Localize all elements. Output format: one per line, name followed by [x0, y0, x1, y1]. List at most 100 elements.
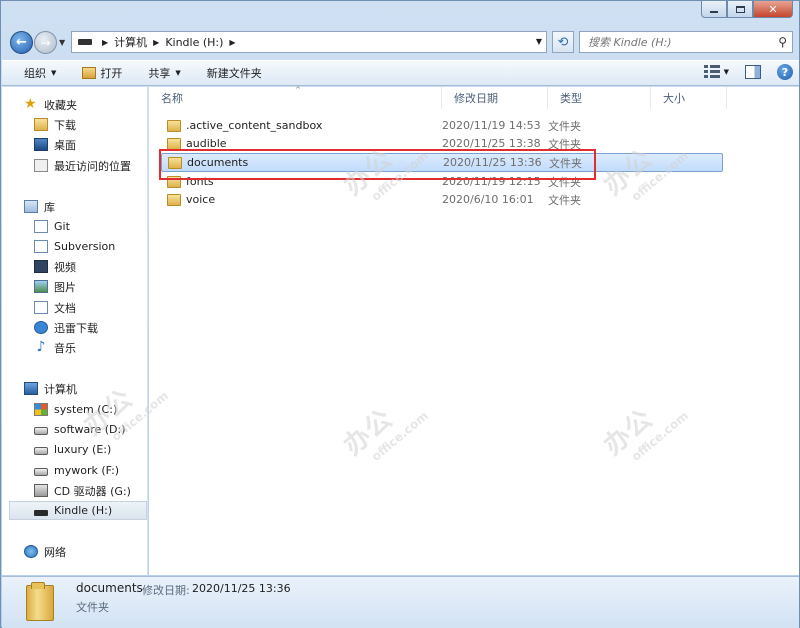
sidebar-item-git[interactable]: Git	[2, 217, 148, 236]
file-row[interactable]: .active_content_sandbox 2020/11/19 14:53…	[161, 116, 723, 135]
sidebar-item-music[interactable]: ♪ 音乐	[2, 338, 148, 357]
sidebar-item-drive-e[interactable]: luxury (E:)	[2, 440, 148, 459]
refresh-icon: ⟲	[557, 34, 569, 50]
sidebar-item-label: Subversion	[54, 240, 116, 253]
sidebar-item-subversion[interactable]: Subversion	[2, 237, 148, 256]
new-folder-label: 新建文件夹	[206, 67, 262, 80]
sidebar-item-label: 文档	[54, 301, 76, 315]
navigation-pane: ★ 收藏夹 下载 桌面 最近访问的位置 库 Git Subversion 视频 …	[2, 87, 148, 575]
sidebar-item-favorites[interactable]: ★ 收藏夹	[2, 95, 148, 114]
star-icon: ★	[24, 96, 37, 112]
sidebar-item-label: 图片	[54, 280, 76, 294]
folder-large-icon	[26, 582, 54, 621]
cd-drive-icon	[34, 484, 48, 497]
breadcrumb-computer[interactable]: 计算机	[114, 34, 147, 50]
back-button[interactable]: ←	[10, 31, 33, 54]
removable-drive-icon	[34, 509, 48, 516]
minimize-button[interactable]	[701, 1, 727, 18]
back-arrow-icon: ←	[16, 35, 27, 50]
sidebar-item-drive-g[interactable]: CD 驱动器 (G:)	[2, 481, 148, 500]
minimize-icon	[710, 10, 718, 13]
video-icon	[34, 260, 48, 273]
folder-icon	[167, 137, 181, 150]
file-row[interactable]: voice 2020/6/10 16:01 文件夹	[161, 190, 723, 209]
view-options-button[interactable]: ▼	[724, 68, 729, 76]
preview-pane-icon[interactable]	[745, 65, 761, 79]
dropdown-arrow-icon: ▼	[175, 69, 181, 77]
file-name: .active_content_sandbox	[186, 119, 323, 132]
music-icon: ♪	[36, 339, 46, 355]
open-button[interactable]: 打开	[82, 65, 122, 81]
sidebar-item-drive-c[interactable]: system (C:)	[2, 400, 148, 419]
search-box[interactable]: ⚲	[579, 31, 793, 53]
organize-label: 组织	[24, 67, 46, 80]
share-label: 共享	[148, 67, 171, 80]
file-type: 文件夹	[548, 119, 581, 133]
recent-pages-button[interactable]: ▼	[59, 38, 65, 47]
sidebar-item-label: CD 驱动器 (G:)	[54, 484, 131, 498]
address-dropdown-button[interactable]: ▼	[536, 37, 542, 46]
maximize-icon	[735, 5, 745, 13]
navigation-bar: ← → ▼ ▶ 计算机 ▶ Kindle (H:) ▶ ▼ ⟲ ⚲	[1, 27, 800, 57]
sidebar-item-network[interactable]: 网络	[2, 542, 148, 561]
column-header-label: 类型	[560, 92, 582, 105]
change-view-icon[interactable]	[703, 65, 720, 79]
file-list: 名称 ^ 修改日期 类型 大小 .active_content_sandbox …	[149, 86, 799, 575]
column-header-type[interactable]: 类型	[548, 87, 651, 109]
search-input[interactable]	[588, 35, 768, 49]
search-icon[interactable]: ⚲	[778, 35, 787, 49]
close-icon: ✕	[768, 2, 778, 16]
forward-button[interactable]: →	[34, 31, 57, 54]
sidebar-item-drive-d[interactable]: software (D:)	[2, 420, 148, 439]
breadcrumb-separator-icon[interactable]: ▶	[229, 38, 235, 47]
breadcrumb-kindle[interactable]: Kindle (H:)	[165, 36, 223, 49]
sidebar-item-label: system (C:)	[54, 403, 118, 416]
sidebar-item-label: Kindle (H:)	[54, 504, 113, 517]
column-header-modified[interactable]: 修改日期	[442, 87, 548, 109]
download-folder-icon	[34, 118, 48, 131]
share-button[interactable]: 共享 ▼	[148, 65, 180, 81]
file-name-cell: voice	[161, 193, 442, 206]
breadcrumb-separator-icon[interactable]: ▶	[102, 38, 108, 47]
sidebar-item-label: 收藏夹	[44, 98, 77, 112]
sidebar-item-label: 桌面	[54, 138, 76, 152]
library-icon	[24, 200, 38, 213]
sidebar-item-downloads[interactable]: 下载	[2, 115, 148, 134]
drive-icon	[78, 39, 92, 45]
dropdown-arrow-icon: ▼	[51, 69, 57, 77]
network-icon	[24, 545, 38, 558]
new-folder-button[interactable]: 新建文件夹	[207, 65, 262, 81]
sidebar-item-thunder[interactable]: 迅雷下载	[2, 318, 148, 337]
details-pane: documents 修改日期: 2020/11/25 13:36 文件夹	[2, 576, 799, 628]
file-name-cell: .active_content_sandbox	[161, 119, 442, 132]
column-header-label: 修改日期	[454, 92, 498, 105]
sidebar-item-drive-h[interactable]: Kindle (H:)	[9, 501, 147, 520]
sidebar-item-recent-places[interactable]: 最近访问的位置	[2, 156, 148, 175]
library-doc-icon	[34, 240, 48, 253]
windows-drive-icon	[34, 403, 48, 416]
sidebar-item-pictures[interactable]: 图片	[2, 277, 148, 296]
sort-arrow-icon: ^	[295, 86, 301, 94]
sidebar-item-label: luxury (E:)	[54, 443, 112, 456]
column-header-name[interactable]: 名称 ^	[149, 86, 442, 109]
sidebar-item-desktop[interactable]: 桌面	[2, 135, 148, 154]
sidebar-item-libraries[interactable]: 库	[2, 197, 148, 216]
sidebar-item-computer[interactable]: 计算机	[2, 379, 148, 398]
file-name: voice	[186, 193, 216, 206]
column-header-size[interactable]: 大小	[651, 87, 727, 109]
sidebar-item-videos[interactable]: 视频	[2, 257, 148, 276]
sidebar-item-drive-f[interactable]: mywork (F:)	[2, 461, 148, 480]
breadcrumb-separator-icon[interactable]: ▶	[153, 38, 159, 47]
help-icon[interactable]: ?	[777, 64, 793, 80]
sidebar-item-documents[interactable]: 文档	[2, 298, 148, 317]
details-item-type: 文件夹	[76, 601, 109, 614]
address-bar[interactable]: ▶ 计算机 ▶ Kindle (H:) ▶ ▼	[71, 31, 547, 53]
toolbar-right: ▼ ?	[703, 64, 793, 80]
details-modified-value: 2020/11/25 13:36	[192, 582, 291, 595]
annotation-highlight-box	[159, 149, 596, 180]
close-button[interactable]: ✕	[753, 1, 793, 18]
maximize-button[interactable]	[727, 1, 753, 18]
file-type: 文件夹	[548, 193, 581, 207]
organize-button[interactable]: 组织 ▼	[24, 65, 56, 81]
refresh-button[interactable]: ⟲	[552, 31, 574, 53]
